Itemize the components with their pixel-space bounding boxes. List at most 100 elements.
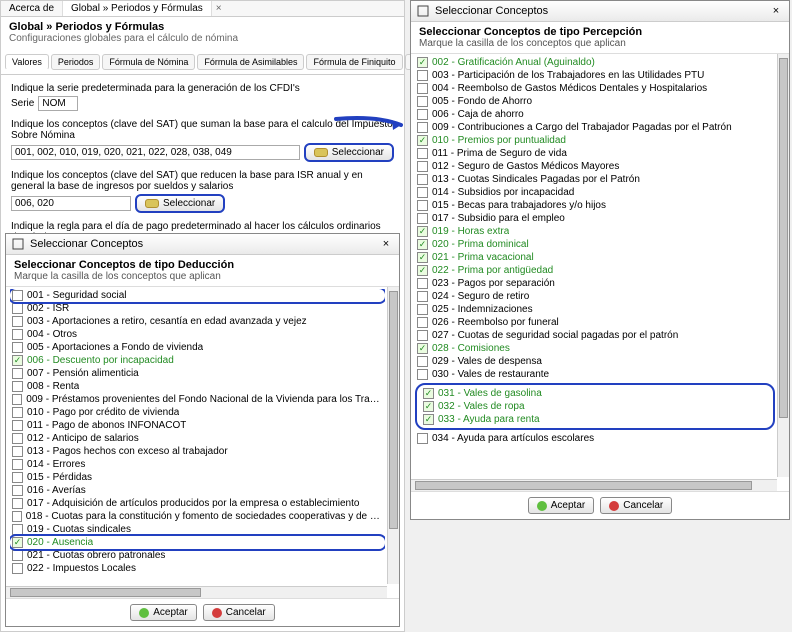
list-item[interactable]: ✓032 - Vales de ropa [421,400,769,413]
horizontal-scrollbar[interactable] [6,586,387,598]
checkbox-icon[interactable] [417,278,428,289]
checkbox-icon[interactable] [417,148,428,159]
subtab-formula-asimilables[interactable]: Fórmula de Asimilables [197,54,304,70]
list-item[interactable]: 003 - Aportaciones a retiro, cesantía en… [10,315,385,328]
checkbox-icon[interactable] [417,356,428,367]
aceptar-button[interactable]: Aceptar [528,497,594,514]
list-item[interactable]: 022 - Impuestos Locales [10,562,385,575]
list-item[interactable]: ✓022 - Prima por antigüedad [415,264,775,277]
horizontal-scrollbar[interactable] [411,479,777,491]
list-item[interactable]: 025 - Indemnizaciones [415,303,775,316]
checkbox-icon[interactable]: ✓ [417,343,428,354]
list-item[interactable]: ✓020 - Prima dominical [415,238,775,251]
checkbox-icon[interactable]: ✓ [417,239,428,250]
subtab-valores[interactable]: Valores [5,54,49,70]
list-item[interactable]: 003 - Participación de los Trabajadores … [415,69,775,82]
checkbox-icon[interactable] [12,303,23,314]
checkbox-icon[interactable]: ✓ [12,355,23,366]
checkbox-icon[interactable]: ✓ [423,401,434,412]
list-item[interactable]: 008 - Renta [10,380,385,393]
aceptar-button[interactable]: Aceptar [130,604,196,621]
list-item[interactable]: 005 - Fondo de Ahorro [415,95,775,108]
isr-input[interactable] [11,196,131,211]
checkbox-icon[interactable] [417,330,428,341]
list-item[interactable]: 009 - Préstamos provenientes del Fondo N… [10,393,385,406]
list-item[interactable]: 015 - Becas para trabajadores y/o hijos [415,199,775,212]
list-item[interactable]: 012 - Seguro de Gastos Médicos Mayores [415,160,775,173]
serie-input[interactable] [38,96,78,111]
list-item[interactable]: 001 - Seguridad social [10,289,385,302]
checkbox-icon[interactable] [12,394,22,405]
checkbox-icon[interactable] [417,96,428,107]
list-item[interactable]: 012 - Anticipo de salarios [10,432,385,445]
list-item[interactable]: 013 - Cuotas Sindicales Pagadas por el P… [415,173,775,186]
checkbox-icon[interactable] [417,291,428,302]
list-item[interactable]: ✓020 - Ausencia [10,536,385,549]
tab-global-periodos[interactable]: Global » Periodos y Fórmulas [63,1,212,16]
checkbox-icon[interactable] [12,381,23,392]
checkbox-icon[interactable]: ✓ [423,414,434,425]
list-item[interactable]: 004 - Reembolso de Gastos Médicos Dental… [415,82,775,95]
list-item[interactable]: 030 - Vales de restaurante [415,368,775,381]
impuesto-input[interactable] [11,145,300,160]
close-icon[interactable]: × [769,4,783,18]
list-item[interactable]: ✓002 - Gratificación Anual (Aguinaldo) [415,56,775,69]
list-item[interactable]: 021 - Cuotas obrero patronales [10,549,385,562]
checkbox-icon[interactable]: ✓ [12,537,23,548]
checkbox-icon[interactable]: ✓ [417,265,428,276]
checkbox-icon[interactable] [417,213,428,224]
list-item[interactable]: ✓028 - Comisiones [415,342,775,355]
vertical-scrollbar[interactable] [777,54,789,477]
checkbox-icon[interactable] [12,446,23,457]
seleccionar-isr-button[interactable]: Seleccionar [135,194,225,213]
subtab-periodos[interactable]: Periodos [51,54,101,70]
checkbox-icon[interactable]: ✓ [417,57,428,68]
checkbox-icon[interactable]: ✓ [423,388,434,399]
list-item[interactable]: 018 - Cuotas para la constitución y fome… [10,510,385,523]
list-item[interactable]: 024 - Seguro de retiro [415,290,775,303]
list-item[interactable]: ✓006 - Descuento por incapacidad [10,354,385,367]
checkbox-icon[interactable] [12,524,23,535]
list-item[interactable]: 011 - Prima de Seguro de vida [415,147,775,160]
list-item[interactable]: 034 - Ayuda para artículos escolares [415,432,775,445]
checkbox-icon[interactable] [12,420,23,431]
cancelar-button[interactable]: Cancelar [600,497,672,514]
checkbox-icon[interactable] [12,342,23,353]
checkbox-icon[interactable] [12,368,23,379]
seleccionar-impuesto-button[interactable]: Seleccionar [304,143,394,162]
checkbox-icon[interactable] [417,109,428,120]
checkbox-icon[interactable] [12,407,23,418]
checkbox-icon[interactable] [12,511,22,522]
list-item[interactable]: 014 - Subsidios por incapacidad [415,186,775,199]
list-item[interactable]: 009 - Contribuciones a Cargo del Trabaja… [415,121,775,134]
checkbox-icon[interactable] [12,329,23,340]
checkbox-icon[interactable] [12,550,23,561]
list-item[interactable]: 015 - Pérdidas [10,471,385,484]
list-item[interactable]: 011 - Pago de abonos INFONACOT [10,419,385,432]
list-item[interactable]: 002 - ISR [10,302,385,315]
list-item[interactable]: 006 - Caja de ahorro [415,108,775,121]
checkbox-icon[interactable] [417,70,428,81]
list-item[interactable]: ✓010 - Premios por puntualidad [415,134,775,147]
close-icon[interactable]: × [379,237,393,251]
checkbox-icon[interactable] [12,472,23,483]
vertical-scrollbar[interactable] [387,287,399,584]
list-item[interactable]: 004 - Otros [10,328,385,341]
list-item[interactable]: 010 - Pago por crédito de vivienda [10,406,385,419]
checkbox-icon[interactable]: ✓ [417,252,428,263]
list-item[interactable]: ✓019 - Horas extra [415,225,775,238]
list-item[interactable]: ✓021 - Prima vacacional [415,251,775,264]
list-item[interactable]: 014 - Errores [10,458,385,471]
tab-close-icon[interactable]: × [212,1,226,16]
checkbox-icon[interactable] [417,304,428,315]
checkbox-icon[interactable] [417,161,428,172]
checkbox-icon[interactable] [417,369,428,380]
checkbox-icon[interactable] [417,83,428,94]
list-item[interactable]: 007 - Pensión alimenticia [10,367,385,380]
checkbox-icon[interactable] [12,433,23,444]
list-item[interactable]: 005 - Aportaciones a Fondo de vivienda [10,341,385,354]
checkbox-icon[interactable] [417,122,428,133]
list-item[interactable]: 019 - Cuotas sindicales [10,523,385,536]
list-item[interactable]: 013 - Pagos hechos con exceso al trabaja… [10,445,385,458]
checkbox-icon[interactable] [12,459,23,470]
